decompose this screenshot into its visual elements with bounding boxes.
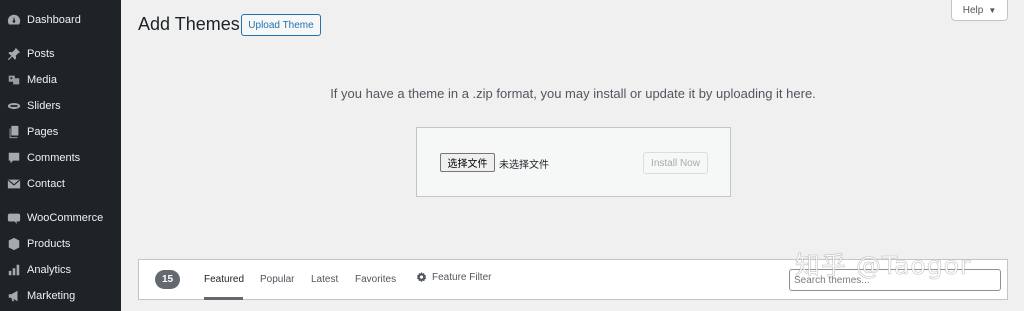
sidebar-item-woocommerce[interactable]: WooCommerce — [0, 206, 121, 230]
choose-file-button[interactable]: 选择文件 — [440, 153, 495, 172]
tab-featured[interactable]: Featured — [204, 274, 244, 285]
slider-icon — [7, 99, 21, 113]
sidebar-item-label: Analytics — [27, 264, 72, 276]
sidebar-item-label: Contact — [27, 178, 65, 190]
sidebar-item-label: WooCommerce — [27, 212, 104, 224]
bar-chart-icon — [7, 263, 21, 277]
caret-down-icon: ▼ — [988, 5, 997, 15]
pin-icon — [7, 47, 21, 61]
install-now-button[interactable]: Install Now — [643, 152, 708, 174]
tab-latest[interactable]: Latest — [311, 274, 338, 285]
tab-popular[interactable]: Popular — [260, 274, 294, 285]
media-icon — [7, 73, 21, 87]
sidebar-item-marketing[interactable]: Marketing — [0, 284, 121, 308]
zhihu-watermark: 知乎 @Taogor — [795, 251, 972, 281]
upload-theme-button[interactable]: Upload Theme — [241, 14, 321, 36]
sidebar-item-posts[interactable]: Posts — [0, 42, 121, 66]
sidebar-item-products[interactable]: Products — [0, 232, 121, 256]
sidebar-item-contact[interactable]: Contact — [0, 172, 121, 196]
sidebar-item-label: Sliders — [27, 100, 61, 112]
sidebar-item-label: Dashboard — [27, 14, 81, 26]
sidebar-item-label: Marketing — [27, 290, 76, 302]
theme-count-badge: 15 — [155, 270, 180, 289]
sidebar-item-label: Media — [27, 74, 57, 86]
admin-sidebar: Dashboard Posts Media Sliders Pages Comm… — [0, 0, 121, 311]
sidebar-item-analytics[interactable]: Analytics — [0, 258, 121, 282]
pages-icon — [7, 125, 21, 139]
help-tab-button[interactable]: Help ▼ — [951, 0, 1008, 21]
current-tab-indicator — [204, 297, 243, 300]
gear-icon — [416, 272, 427, 283]
box-icon — [7, 237, 21, 251]
sidebar-item-label: Pages — [27, 126, 59, 138]
sidebar-item-label: Comments — [27, 152, 81, 164]
megaphone-icon — [7, 289, 21, 303]
tab-favorites[interactable]: Favorites — [355, 274, 396, 285]
sidebar-item-label: Posts — [27, 48, 55, 60]
woo-icon — [7, 211, 21, 225]
sidebar-item-dashboard[interactable]: Dashboard — [0, 8, 121, 32]
upload-help-text: If you have a theme in a .zip format, yo… — [330, 86, 816, 101]
page-title: Add Themes — [138, 14, 240, 34]
sidebar-item-label: Products — [27, 238, 71, 250]
help-label: Help — [962, 4, 984, 16]
dashboard-icon — [7, 13, 21, 27]
comment-icon — [7, 151, 21, 165]
no-file-chosen-text: 未选择文件 — [499, 160, 549, 171]
sidebar-item-comments[interactable]: Comments — [0, 146, 121, 170]
feature-filter-button[interactable]: Feature Filter — [416, 272, 491, 283]
upload-form: 选择文件 未选择文件 Install Now — [416, 127, 731, 197]
feature-filter-label: Feature Filter — [432, 272, 492, 283]
sidebar-item-pages[interactable]: Pages — [0, 120, 121, 144]
envelope-icon — [7, 177, 21, 191]
